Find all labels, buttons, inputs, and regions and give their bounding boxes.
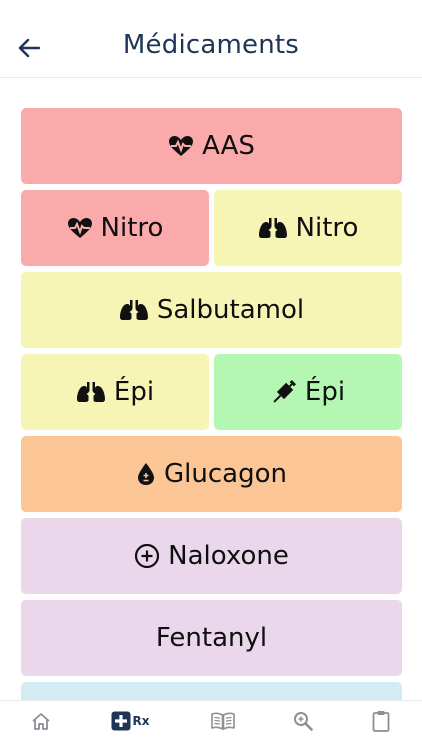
med-label: AAS: [202, 131, 255, 161]
heart-pulse-icon: [168, 135, 194, 157]
med-label: Épi: [304, 377, 346, 407]
circle-plus-icon: [134, 543, 160, 569]
med-label: Naloxone: [168, 541, 289, 571]
med-label: Épi: [113, 377, 155, 407]
heart-pulse-icon: [67, 217, 93, 239]
clipboard-icon: [372, 711, 390, 732]
nav-rx-label: Rx: [132, 714, 150, 728]
med-tile-nitro-cardiac[interactable]: Nitro: [21, 190, 209, 266]
lungs-icon: [119, 299, 149, 321]
lungs-icon: [258, 217, 288, 239]
app-header: Médicaments: [0, 0, 422, 78]
nav-home[interactable]: [30, 709, 52, 733]
book-icon: [211, 712, 235, 730]
lungs-icon: [76, 381, 106, 403]
medical-cross-icon: [111, 711, 130, 731]
nav-search[interactable]: [292, 709, 314, 733]
zoom-icon: [294, 712, 313, 731]
med-label: Salbutamol: [156, 295, 305, 325]
med-label: Fentanyl: [155, 623, 268, 653]
nav-rx[interactable]: Rx: [110, 709, 150, 733]
bottom-nav: Rx: [0, 700, 422, 750]
page-title: Médicaments: [122, 30, 300, 60]
drop-plus-minus-icon: [136, 462, 156, 486]
med-tile-glucagon[interactable]: Glucagon: [21, 436, 402, 512]
med-tile-salbutamol[interactable]: Salbutamol: [21, 272, 402, 348]
med-tile-aas[interactable]: AAS: [21, 108, 402, 184]
med-tile-epi-anaphylaxis[interactable]: Épi: [214, 354, 402, 430]
med-tile-naloxone[interactable]: Naloxone: [21, 518, 402, 594]
med-label: Glucagon: [164, 459, 287, 489]
med-tile-fentanyl[interactable]: Fentanyl: [21, 600, 402, 676]
nav-clipboard[interactable]: [371, 709, 391, 733]
nav-book[interactable]: [211, 709, 235, 733]
syringe-icon: [271, 379, 297, 405]
med-tile-epi-respiratory[interactable]: Épi: [21, 354, 209, 430]
med-label: Nitro: [295, 213, 359, 243]
med-label: Nitro: [100, 213, 164, 243]
home-icon: [32, 713, 50, 730]
med-tile-nitro-respiratory[interactable]: Nitro: [214, 190, 402, 266]
medication-grid: AAS Nitro Nitro Salbutamol Épi Épi Gluca…: [21, 108, 402, 710]
